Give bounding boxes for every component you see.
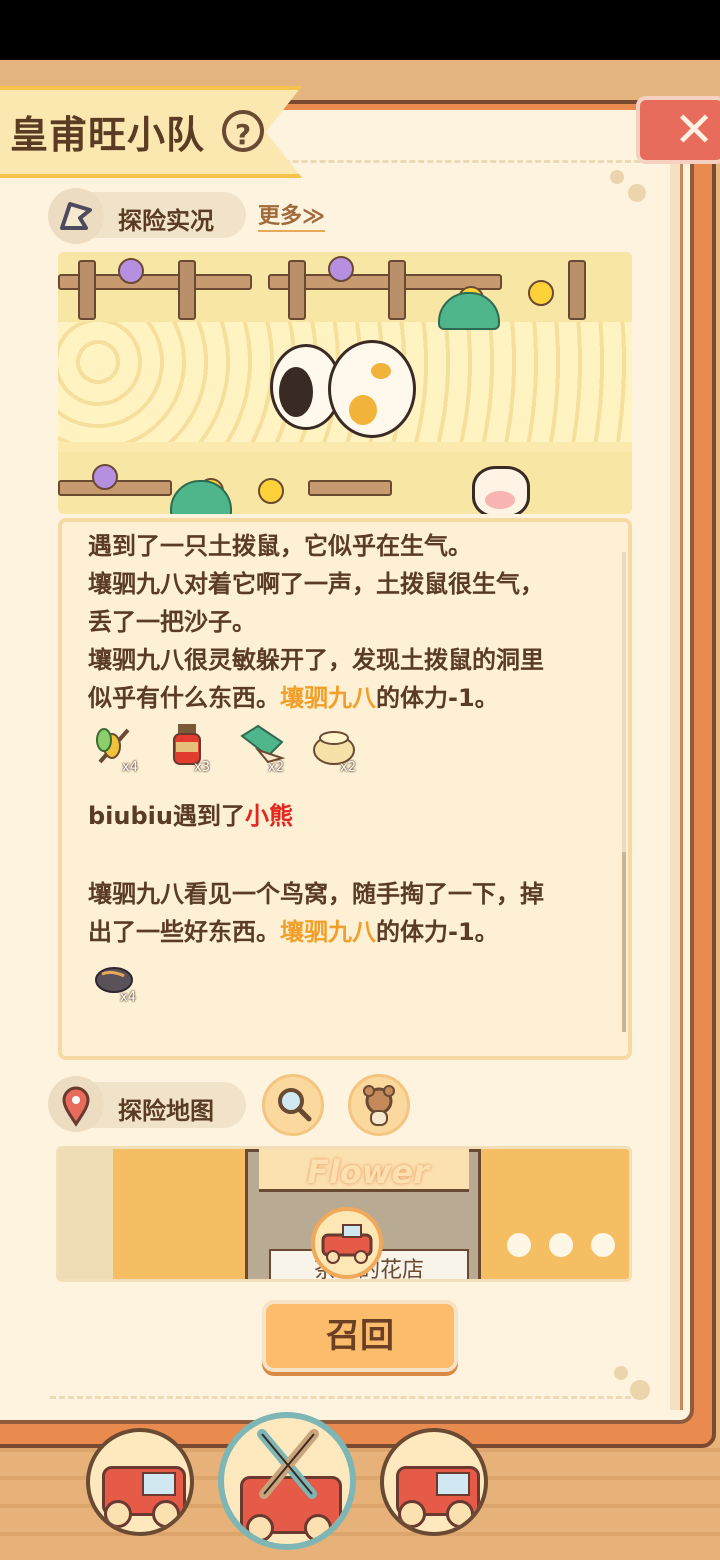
wheel: [304, 1514, 332, 1542]
team-tab-2-active[interactable]: [218, 1412, 356, 1550]
status-bar: [0, 0, 720, 60]
location-pin-icon: [48, 1076, 104, 1132]
magnifier-button[interactable]: [262, 1074, 324, 1136]
wheel: [152, 1500, 180, 1528]
recall-button[interactable]: 召回: [262, 1300, 458, 1372]
fence-post: [568, 260, 586, 320]
close-icon: ✕: [674, 102, 715, 158]
log-line: 出了一些好东西。壤驷九八的体力-1。: [88, 912, 499, 947]
flower-icon: [118, 258, 144, 284]
car-marker-icon[interactable]: [311, 1207, 383, 1279]
fence-post: [78, 260, 96, 320]
log-scrollbar-thumb[interactable]: [622, 852, 626, 1032]
sidewalk: [59, 1149, 113, 1279]
log-text: 似乎有什么东西。: [88, 684, 280, 712]
path-dot: [507, 1233, 531, 1257]
log-text: 的体力-1。: [376, 918, 499, 946]
reward-qty: x3: [194, 760, 210, 775]
paw-print-icon: [628, 184, 646, 202]
calico-cat-icon: [328, 340, 416, 438]
expedition-log[interactable]: 遇到了一只土拨鼠，它似乎在生气。 壤驷九八对着它啊了一声，土拨鼠很生气， 丢了一…: [58, 518, 632, 1060]
expedition-map[interactable]: Flower 茶小的花店: [56, 1146, 632, 1282]
character-name: 壤驷九八: [280, 918, 376, 946]
log-line: 壤驷九八对着它啊了一声，土拨鼠很生气，: [88, 570, 544, 598]
team-tab-1[interactable]: [86, 1428, 194, 1536]
flower-icon: [258, 478, 284, 504]
path-dot: [549, 1233, 573, 1257]
expedition-live-label: 探险实况: [118, 207, 214, 235]
bear-button[interactable]: [348, 1074, 410, 1136]
path-dot: [591, 1233, 615, 1257]
reward-qty: x4: [122, 760, 138, 775]
log-line: 丢了一把沙子。: [88, 608, 256, 636]
reward-qty: x2: [340, 760, 356, 775]
reward-qty: x4: [120, 990, 136, 1005]
fence-post: [288, 260, 306, 320]
fence-rail: [308, 480, 392, 496]
page-edge: [670, 160, 683, 1410]
reward-qty: x2: [268, 760, 284, 775]
wheel: [446, 1500, 474, 1528]
close-button[interactable]: ✕: [636, 96, 720, 164]
log-text: biubiu遇到了: [88, 802, 245, 830]
flower-icon: [328, 256, 354, 282]
expedition-map-label: 探险地图: [118, 1097, 214, 1125]
log-text: 的体力-1。: [376, 684, 499, 712]
team-name: 皇甫旺小队: [10, 113, 206, 157]
wheel: [104, 1500, 132, 1528]
encounter-line: biubiu遇到了小熊: [88, 796, 293, 831]
cow-icon: [472, 466, 530, 514]
paw-print-icon: [614, 1366, 628, 1380]
log-line: 似乎有什么东西。壤驷九八的体力-1。: [88, 678, 499, 713]
flower-icon: [528, 280, 554, 306]
log-line: 壤驷九八看见一个鸟窝，随手掏了一下，掉: [88, 880, 544, 908]
flower-icon: [92, 464, 118, 490]
paw-print-icon: [630, 1380, 650, 1400]
crossed-swords-icon: [257, 1429, 319, 1499]
shop-sign: Flower: [307, 1153, 429, 1191]
team-tab-3[interactable]: [380, 1428, 488, 1536]
car-window: [436, 1472, 470, 1496]
more-link[interactable]: 更多≫: [258, 198, 326, 232]
expedition-scene: [58, 252, 632, 514]
car-window: [142, 1472, 176, 1496]
wheel: [246, 1514, 274, 1542]
paw-print-icon: [610, 170, 624, 184]
log-text: 出了一些好东西。: [88, 918, 280, 946]
fence-post: [178, 260, 196, 320]
page-border-bottom: [50, 1396, 640, 1399]
log-line: 遇到了一只土拨鼠，它似乎在生气。: [88, 532, 472, 560]
help-button[interactable]: ?: [222, 110, 264, 152]
encounter-creature: 小熊: [244, 802, 293, 830]
fence-post: [388, 260, 406, 320]
wheel: [398, 1500, 426, 1528]
log-line: 壤驷九八很灵敏躲开了，发现土拨鼠的洞里: [88, 646, 544, 674]
flag-icon: [48, 188, 104, 244]
character-name: 壤驷九八: [280, 684, 376, 712]
